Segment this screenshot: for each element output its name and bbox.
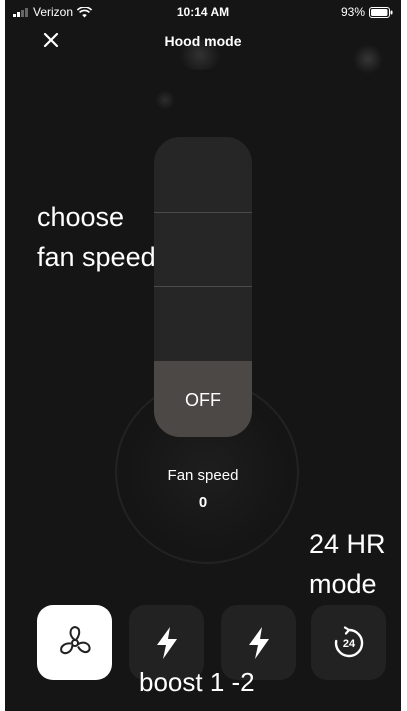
speed-segment-3[interactable] [154,137,252,213]
battery-percent: 93% [340,5,365,19]
battery: 93% [341,5,393,19]
lightning-icon [156,626,177,659]
annotation-24hr-mode: 24 HR mode [309,529,386,599]
24hr-icon-label: 24 [342,638,355,650]
page-title: Hood mode [164,33,242,49]
24hr-mode-button[interactable]: 24 [311,605,386,680]
fan-icon [59,625,91,654]
speed-segment-1[interactable] [154,286,252,361]
fan-speed-label: Fan speed [167,467,239,484]
speed-segment-2[interactable] [154,212,252,287]
fan-speed-value: 0 [198,494,208,511]
battery-icon [369,6,393,18]
status-bar: Verizon 10:14 AM 93% [5,0,401,26]
annotation-boost: boost 1 -2 [139,667,255,697]
annotation-choose-fan-speed: choose fan speed [37,202,156,272]
off-label: OFF [185,390,221,410]
background-glow [155,90,175,110]
header: Hood mode [5,26,401,56]
fan-speed-slider[interactable]: OFF [154,137,252,437]
fan-mode-button[interactable] [37,605,112,680]
lightning-icon [248,626,269,659]
phone-screen: Verizon 10:14 AM 93% Hood mode OFF Fan s… [5,0,401,711]
24hr-icon: 24 [334,625,363,657]
speed-segment-off[interactable]: OFF [154,361,252,437]
